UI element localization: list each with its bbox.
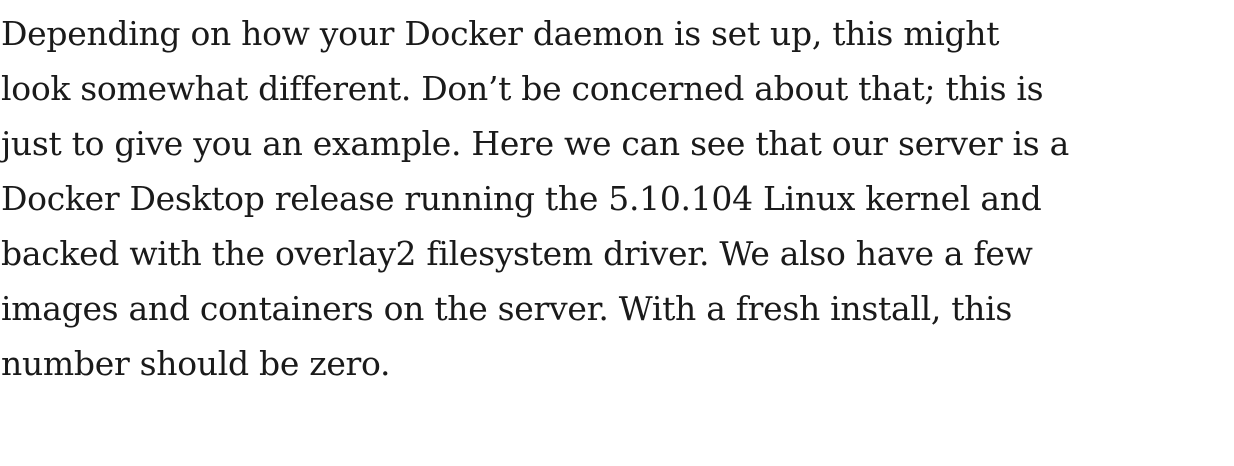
document-page: Depending on how your Docker daemon is s… [0,0,1234,466]
paragraph-line: look somewhat different. Don’t be concer… [1,69,1044,108]
paragraph-line: Docker Desktop release running the 5.10.… [1,179,1042,218]
paragraph-line: Depending on how your Docker daemon is s… [1,14,1000,53]
paragraph-line: backed with the overlay2 filesystem driv… [1,234,1033,273]
paragraph-line: number should be zero. [1,344,391,383]
paragraph-line: images and containers on the server. Wit… [1,289,1013,328]
body-paragraph: Depending on how your Docker daemon is s… [1,6,1069,391]
paragraph-line: just to give you an example. Here we can… [1,124,1070,163]
